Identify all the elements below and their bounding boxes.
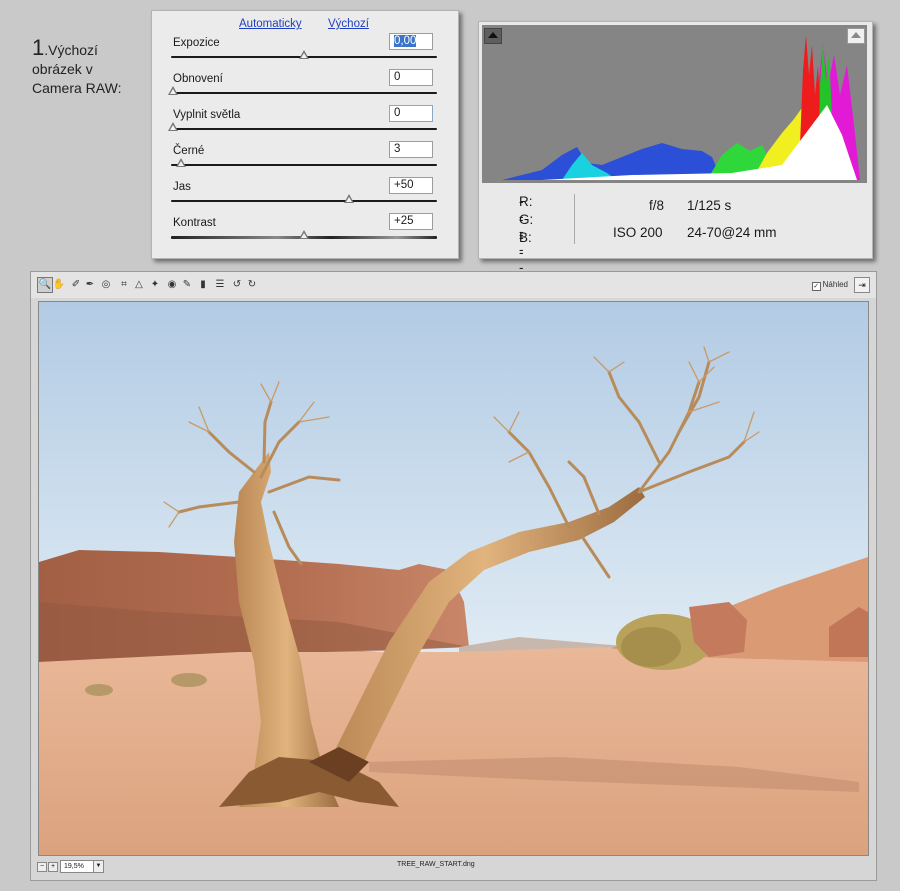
caption-line2: obrázek v <box>32 61 93 77</box>
camera-raw-preview-window: 🔍 ✋ ✐ ✒ ◎ ⌗ △ ✦ ◉ ✎ ▮ ☰ ↺ ↻ ✓ Náhled ⇥ −… <box>30 271 877 881</box>
filename-label: TREE_RAW_START.dng <box>397 861 475 868</box>
histogram-panel: R: --- G: --- B: --- f/8 1/125 s ISO 200… <box>478 21 873 275</box>
white-balance-tool-icon[interactable]: ✐ <box>69 278 83 292</box>
image-preview <box>38 301 869 856</box>
hand-tool-icon[interactable]: ✋ <box>52 278 66 292</box>
slider-thumb[interactable] <box>343 194 354 203</box>
b-value: --- <box>519 230 524 275</box>
iso-value: ISO 200 <box>613 225 663 240</box>
slider-value-text: 0 <box>394 107 401 119</box>
straighten-tool-icon[interactable]: △ <box>132 278 146 292</box>
slider-value-text: 3 <box>394 143 401 155</box>
slider-label: Černé <box>173 145 205 157</box>
slider-label: Jas <box>173 181 191 193</box>
caption-line1: .Výchozí <box>44 42 98 58</box>
slider-track[interactable] <box>171 164 437 166</box>
slider-track[interactable] <box>171 128 437 130</box>
slider-value-field[interactable]: +50 <box>389 177 433 194</box>
rotate-left-icon[interactable]: ↺ <box>230 278 244 292</box>
slider-value-field[interactable]: 0 <box>389 105 433 122</box>
lens-value: 24-70@24 mm <box>687 225 777 240</box>
zoom-out-icon[interactable]: − <box>37 862 47 872</box>
slider-track[interactable] <box>171 200 437 202</box>
slider-row: Obnovení 0 <box>168 69 439 109</box>
zoom-in-icon[interactable]: + <box>48 862 58 872</box>
highlight-clipping-warning[interactable] <box>847 28 865 44</box>
slider-thumb[interactable] <box>299 230 309 239</box>
slider-row: Kontrast +25 <box>171 213 439 253</box>
color-sampler-tool-icon[interactable]: ✒ <box>83 278 97 292</box>
aperture-value: f/8 <box>649 198 665 213</box>
crop-tool-icon[interactable]: ⌗ <box>117 278 131 292</box>
slider-label: Kontrast <box>173 217 216 229</box>
zoom-level-field[interactable]: 19,5% <box>60 860 95 873</box>
rotate-right-icon[interactable]: ↻ <box>245 278 259 292</box>
slider-value-field[interactable]: 0,00 <box>389 33 433 50</box>
chevron-down-icon[interactable]: ▼ <box>93 860 104 873</box>
zoom-tool-icon[interactable]: 🔍 <box>37 277 53 293</box>
target-adjustment-tool-icon[interactable]: ◎ <box>99 278 113 292</box>
toolbar: 🔍 ✋ ✐ ✒ ◎ ⌗ △ ✦ ◉ ✎ ▮ ☰ ↺ ↻ ✓ Náhled ⇥ <box>31 272 876 298</box>
photo-tree-desert <box>39 302 868 855</box>
red-eye-tool-icon[interactable]: ◉ <box>165 278 179 292</box>
preview-checkbox[interactable]: ✓ Náhled <box>811 280 848 291</box>
adjustment-brush-icon[interactable]: ✎ <box>180 278 194 292</box>
slider-row: Vyplnit světla 0 <box>168 105 439 145</box>
slider-thumb[interactable] <box>299 50 309 59</box>
slider-track[interactable] <box>171 92 437 94</box>
slider-value-text: +50 <box>394 179 414 191</box>
slider-label: Obnovení <box>173 73 223 85</box>
histogram-chart <box>502 35 860 180</box>
slider-thumb[interactable] <box>175 158 186 167</box>
preferences-icon[interactable]: ☰ <box>213 278 227 292</box>
slider-label: Expozice <box>173 37 220 49</box>
graduated-filter-icon[interactable]: ▮ <box>196 278 210 292</box>
slider-value-text: 0 <box>394 71 401 83</box>
slider-thumb[interactable] <box>168 86 178 95</box>
slider-value-text: +25 <box>394 215 414 227</box>
figure-caption: 1.Výchozí obrázek v Camera RAW: <box>32 35 122 98</box>
status-bar: − + 19,5% ▼ TREE_RAW_START.dng <box>31 857 876 879</box>
slider-row: Černé 3 <box>171 141 439 181</box>
slider-value-field[interactable]: +25 <box>389 213 433 230</box>
checkmark-icon: ✓ <box>811 282 821 291</box>
slider-label: Vyplnit světla <box>173 109 241 121</box>
slider-value-field[interactable]: 0 <box>389 69 433 86</box>
default-link[interactable]: Výchozí <box>328 18 369 30</box>
divider <box>574 194 575 244</box>
caption-number: 1 <box>32 35 45 60</box>
slider-value-field[interactable]: 3 <box>389 141 433 158</box>
basic-adjustments-panel: Automaticky Výchozí Expozice 0,00 Obnovení… <box>151 10 459 259</box>
slider-row: Expozice 0,00 <box>171 33 439 73</box>
slider-value-text: 0,00 <box>394 35 417 47</box>
histogram-graph <box>482 25 867 183</box>
fullscreen-icon[interactable]: ⇥ <box>854 277 870 293</box>
auto-link[interactable]: Automaticky <box>239 18 302 30</box>
slider-row: Jas +50 <box>171 177 439 217</box>
shutter-value: 1/125 s <box>687 198 732 213</box>
shadow-clipping-warning[interactable] <box>484 28 502 44</box>
preview-label: Náhled <box>822 280 848 289</box>
slider-thumb[interactable] <box>168 122 178 131</box>
triangle-up-icon <box>851 32 861 38</box>
triangle-up-icon <box>488 32 498 38</box>
caption-line3: Camera RAW: <box>32 80 122 96</box>
retouch-tool-icon[interactable]: ✦ <box>148 278 162 292</box>
